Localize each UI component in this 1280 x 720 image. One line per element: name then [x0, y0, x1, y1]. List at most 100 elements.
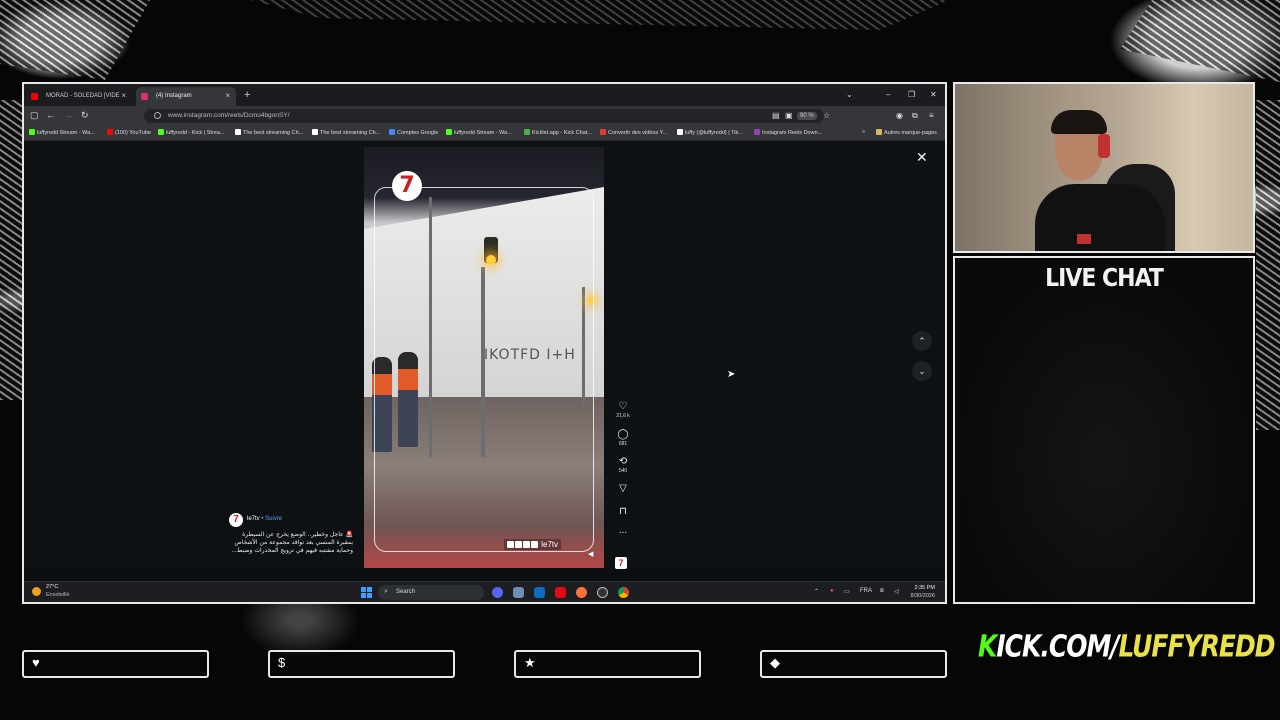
share-button[interactable]: ▽: [612, 483, 634, 494]
bookmark-item[interactable]: Kicklet.app - Kick Chat...: [524, 129, 592, 136]
forward-icon[interactable]: →: [64, 110, 73, 120]
like-count: 21,6 k: [616, 413, 630, 419]
kick-icon: [446, 129, 452, 135]
comment-button[interactable]: ◯ 681: [612, 429, 634, 447]
bookmark-item[interactable]: The best streaming Ch...: [235, 129, 303, 136]
converter-icon: [600, 129, 606, 135]
volume-icon[interactable]: ◁: [894, 588, 899, 595]
language-indicator[interactable]: FRA: [860, 588, 872, 594]
back-icon[interactable]: ←: [46, 110, 55, 120]
bookmark-item[interactable]: Convertir des vidéos Y...: [600, 129, 667, 136]
follow-button[interactable]: Suivre: [265, 516, 282, 522]
mute-icon[interactable]: ◀: [588, 550, 593, 558]
youtube-icon: [31, 93, 38, 100]
google-icon: [389, 129, 395, 135]
obs-icon[interactable]: [597, 587, 608, 598]
discord-icon[interactable]: [492, 587, 503, 598]
social-box-diamond: ◆: [760, 650, 947, 678]
sidebar-icon[interactable]: ▢: [30, 110, 39, 121]
keyboard-icon[interactable]: ▭: [844, 588, 850, 595]
bookmark-item[interactable]: Instagram Reels Down...: [754, 129, 822, 136]
bookmark-item[interactable]: luffyredd Stream - Wa...: [29, 129, 95, 136]
bookmarks-overflow[interactable]: »: [862, 129, 865, 135]
like-button[interactable]: ♡ 21,6 k: [612, 401, 634, 419]
close-icon[interactable]: ✕: [916, 149, 928, 166]
url-field[interactable]: www.instagram.com/reels/Dcmu4bgonSY/: [144, 109, 824, 123]
microphone-icon[interactable]: ●: [830, 588, 834, 594]
search-icon: ⌕: [384, 588, 388, 595]
extensions-icon[interactable]: ⧉: [912, 111, 918, 121]
chrome-icon[interactable]: [618, 587, 629, 598]
kick-domain: ICK.COM/: [996, 629, 1119, 664]
reel-video[interactable]: IKOTFD I+H 7 le7tv ◀: [364, 147, 604, 568]
comment-icon: ◯: [617, 429, 629, 440]
network-icon[interactable]: ⧈: [880, 588, 884, 595]
window-close-icon[interactable]: ✕: [930, 90, 937, 99]
new-tab-button[interactable]: +: [244, 89, 250, 101]
site-info-icon[interactable]: [154, 112, 161, 119]
reload-icon[interactable]: ↻: [81, 110, 89, 121]
previous-reel-button[interactable]: ⌃: [912, 331, 932, 351]
minimize-icon[interactable]: –: [886, 90, 890, 99]
username-link[interactable]: le7tv: [247, 516, 260, 522]
tab-instagram[interactable]: (4) Instagram ×: [136, 87, 236, 106]
zoom-level[interactable]: 90 %: [797, 112, 817, 120]
menu-icon[interactable]: ≡: [929, 111, 934, 120]
weather-temp[interactable]: 27°C: [46, 584, 58, 590]
windows-taskbar: 27°C Ensoleillé ⌕ Search ⌃ ● ▭ FRA ⧈ ◁ 2…: [24, 581, 945, 602]
kick-handle: LUFFYREDD: [1118, 629, 1276, 664]
other-bookmarks[interactable]: Autres marque-pages: [876, 129, 937, 136]
avatar[interactable]: 7: [229, 513, 243, 527]
bookmarks-bar: luffyredd Stream - Wa... (100) YouTube l…: [24, 126, 945, 141]
mouse-cursor-icon: ➤: [727, 369, 736, 380]
heart-icon: ♡: [618, 401, 628, 412]
firefox-icon[interactable]: [576, 587, 587, 598]
bookmark-item[interactable]: The best streaming Ch...: [312, 129, 380, 136]
outlook-icon[interactable]: [534, 587, 545, 598]
bookmark-item[interactable]: luffyredd Stream - Wa...: [446, 129, 512, 136]
next-reel-button[interactable]: ⌄: [912, 361, 932, 381]
bookmark-item[interactable]: luffyredd - Kick | Strea...: [158, 129, 225, 136]
social-box-heart: ♥: [22, 650, 209, 678]
chevron-up-icon[interactable]: ⌃: [814, 588, 819, 595]
bookmark-item[interactable]: luffy (@luffyredd) | Tik...: [677, 129, 743, 136]
streaming-icon: [235, 129, 241, 135]
audio-thumbnail[interactable]: 7: [615, 557, 627, 569]
more-options-button[interactable]: ...: [612, 525, 634, 536]
reader-icon[interactable]: ▤: [772, 111, 780, 120]
bookmark-star-icon[interactable]: ☆: [823, 111, 830, 120]
star-icon: ★: [524, 655, 536, 670]
clock-time[interactable]: 2:35 PM: [915, 585, 935, 591]
caption-text[interactable]: 🚨 عاجل وخطير.. الوضع يخرج عن السيطرة بمق…: [229, 531, 353, 555]
bookmark-item[interactable]: (100) YouTube: [107, 129, 151, 136]
sun-icon[interactable]: [32, 587, 41, 596]
bookmark-item[interactable]: Comptes Google: [389, 129, 438, 136]
video-frame: [374, 187, 594, 552]
tab-label: MORAD - SOLEDAD [VIDE: [46, 93, 120, 99]
weather-condition[interactable]: Ensoleillé: [46, 592, 70, 598]
browser-window: MORAD - SOLEDAD [VIDE × (4) Instagram × …: [22, 82, 947, 604]
files-icon[interactable]: [513, 587, 524, 598]
diamond-icon: ◆: [770, 655, 780, 670]
profile-icon[interactable]: ◉: [896, 111, 903, 120]
manga-sketch-topright: [1120, 0, 1280, 82]
clock-date[interactable]: 8/30/2026: [911, 593, 935, 599]
tab-youtube[interactable]: MORAD - SOLEDAD [VIDE ×: [26, 87, 132, 106]
windows-start-icon[interactable]: [361, 587, 372, 598]
repost-button[interactable]: ⟲ 540: [612, 456, 634, 474]
channel-logo: 7: [392, 171, 422, 201]
restore-icon[interactable]: ❐: [908, 90, 915, 99]
taskbar-search[interactable]: ⌕ Search: [378, 585, 484, 600]
manga-sketch-left: [0, 100, 22, 400]
separator: •: [261, 516, 264, 522]
address-bar-row: ▢ ← → ↻ www.instagram.com/reels/Dcmu4bgo…: [24, 106, 945, 126]
stream-overlay: MORAD - SOLEDAD [VIDE × (4) Instagram × …: [0, 0, 1280, 720]
tab-search-icon[interactable]: ⌄: [846, 90, 853, 99]
netflix-icon[interactable]: [555, 587, 566, 598]
save-button[interactable]: ⊓: [612, 506, 634, 517]
close-tab-icon[interactable]: ×: [225, 91, 230, 100]
close-tab-icon[interactable]: ×: [121, 91, 126, 100]
streaming-icon: [312, 129, 318, 135]
screenshot-icon[interactable]: ▣: [785, 111, 793, 120]
kick-icon: [158, 129, 164, 135]
